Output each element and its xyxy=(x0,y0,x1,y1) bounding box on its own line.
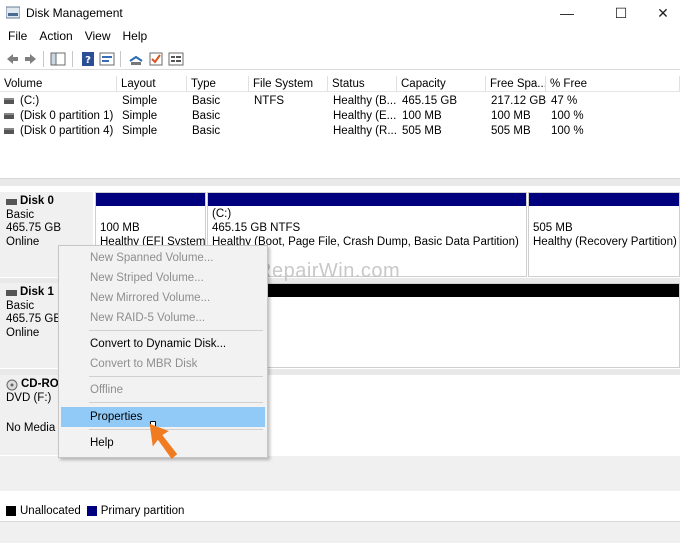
properties-icon[interactable] xyxy=(99,51,115,67)
list-view-icon[interactable] xyxy=(168,51,184,67)
window-title: Disk Management xyxy=(26,6,123,20)
menu-action[interactable]: Action xyxy=(33,27,78,47)
menu-item-new-mirrored-volume[interactable]: New Mirrored Volume... xyxy=(61,288,265,308)
table-row[interactable]: (Disk 0 partition 1) Simple Basic Health… xyxy=(0,109,680,124)
console-tree-icon[interactable] xyxy=(50,51,66,67)
disk-icon xyxy=(6,289,17,296)
column-layout[interactable]: Layout xyxy=(117,76,187,92)
menu-item-offline[interactable]: Offline xyxy=(61,380,265,400)
disk-icon xyxy=(6,198,17,205)
check-icon[interactable] xyxy=(148,51,164,67)
drive-icon xyxy=(4,113,14,119)
column-status[interactable]: Status xyxy=(328,76,397,92)
column-file-system[interactable]: File System xyxy=(249,76,328,92)
cd-icon xyxy=(6,379,18,391)
column-volume[interactable]: Volume xyxy=(0,76,117,92)
menu-item-new-spanned-volume[interactable]: New Spanned Volume... xyxy=(61,248,265,268)
menu-bar: File Action View Help xyxy=(0,27,153,47)
toolbar: ? xyxy=(0,48,680,70)
volume-list-header: Volume Layout Type File System Status Ca… xyxy=(0,76,680,92)
menu-help[interactable]: Help xyxy=(117,27,154,47)
maximize-button[interactable]: ☐ xyxy=(598,0,644,26)
column-type[interactable]: Type xyxy=(187,76,249,92)
drive-icon xyxy=(4,98,14,104)
column-percent-free[interactable]: % Free xyxy=(546,76,680,92)
back-icon[interactable] xyxy=(4,51,20,67)
help-icon[interactable]: ? xyxy=(80,51,96,67)
watermark-text: RepairWin.com xyxy=(257,260,401,282)
menu-item-new-raid5-volume[interactable]: New RAID-5 Volume... xyxy=(61,308,265,328)
menu-file[interactable]: File xyxy=(2,27,33,47)
disk-management-app-icon xyxy=(6,6,20,19)
rescan-icon[interactable] xyxy=(128,51,144,67)
primary-partition-swatch xyxy=(86,506,97,516)
pane-splitter[interactable] xyxy=(0,178,680,186)
close-button[interactable]: ✕ xyxy=(640,0,680,26)
menu-item-convert-to-dynamic-disk[interactable]: Convert to Dynamic Disk... xyxy=(61,334,265,354)
svg-text:?: ? xyxy=(85,55,91,66)
menu-view[interactable]: View xyxy=(79,27,117,47)
column-free-space[interactable]: Free Spa... xyxy=(486,76,546,92)
callout-arrow-icon xyxy=(149,423,178,459)
table-row[interactable]: (C:) Simple Basic NTFS Healthy (B... 465… xyxy=(0,94,680,109)
legend: Unallocated Primary partition xyxy=(0,503,680,519)
unallocated-swatch xyxy=(6,506,16,516)
title-bar: Disk Management — ☐ ✕ xyxy=(0,0,680,26)
partition-recovery[interactable]: 505 MB Healthy (Recovery Partition) xyxy=(528,192,680,277)
status-bar xyxy=(0,521,680,543)
menu-item-new-striped-volume[interactable]: New Striped Volume... xyxy=(61,268,265,288)
menu-item-convert-to-mbr-disk[interactable]: Convert to MBR Disk xyxy=(61,354,265,374)
table-row[interactable]: (Disk 0 partition 4) Simple Basic Health… xyxy=(0,124,680,139)
forward-icon[interactable] xyxy=(23,51,39,67)
drive-icon xyxy=(4,128,14,134)
column-capacity[interactable]: Capacity xyxy=(397,76,486,92)
minimize-button[interactable]: — xyxy=(544,0,590,26)
